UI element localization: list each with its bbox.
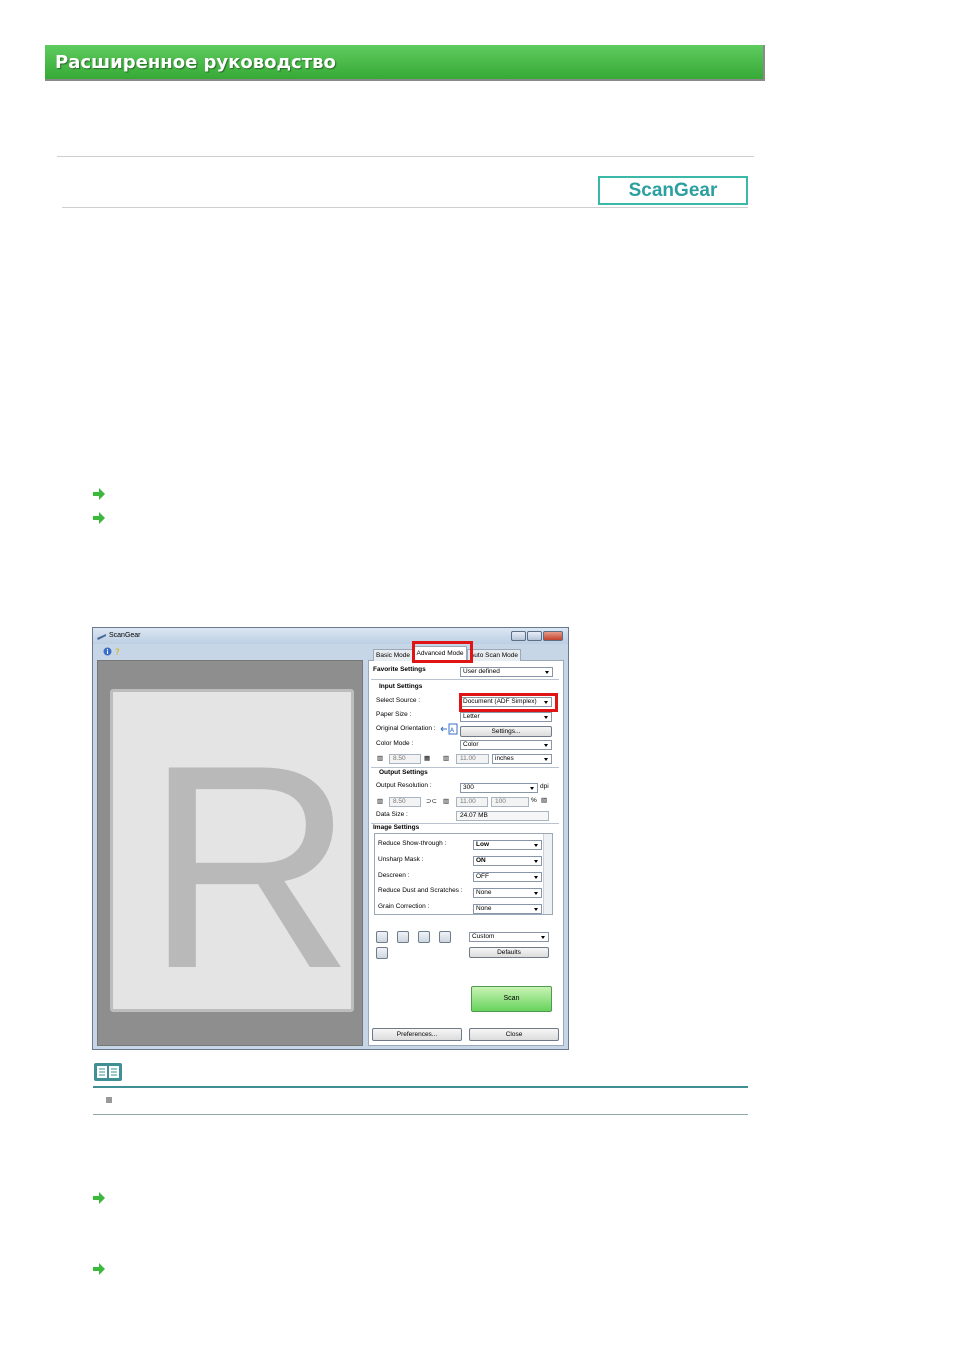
height-icon: ▥: [443, 798, 450, 805]
select-source-highlight: [459, 693, 558, 712]
scangear-window: ScanGear ? R Basic Mode Advanced Mode Au…: [92, 627, 569, 1050]
minimize-button[interactable]: [511, 631, 526, 641]
image-setting-label: Reduce Show-through :: [378, 840, 447, 847]
header-title: Расширенное руководство: [55, 52, 336, 73]
scale-field[interactable]: 100: [491, 797, 529, 807]
image-settings-heading: Image Settings: [373, 824, 420, 831]
scan-button[interactable]: Scan: [471, 986, 552, 1012]
data-size-value: 24.07 MB: [456, 811, 549, 821]
divider: [371, 679, 559, 680]
unit-dropdown[interactable]: inches: [492, 754, 552, 764]
tone-preset-dropdown[interactable]: Custom: [469, 932, 549, 942]
output-resolution-label: Output Resolution :: [376, 782, 432, 789]
color-mode-label: Color Mode :: [376, 740, 414, 747]
image-settings-list: Reduce Show-through : Low Unsharp Mask :…: [374, 833, 553, 915]
settings-panel: Basic Mode Advanced Mode Auto Scan Mode …: [368, 646, 564, 1046]
orientation-icon[interactable]: A: [440, 723, 458, 735]
paper-size-dropdown[interactable]: Letter: [460, 712, 552, 722]
fit-icon[interactable]: ▧: [541, 796, 547, 804]
help-icon[interactable]: ?: [114, 647, 122, 656]
preview-letter: R: [145, 705, 355, 1029]
defaults-button[interactable]: Defaults: [469, 947, 549, 958]
info-icon[interactable]: [103, 647, 112, 656]
width-icon: ▥: [377, 755, 384, 762]
image-setting-dropdown[interactable]: None: [473, 888, 542, 898]
aspect-lock-icon[interactable]: ▦: [424, 754, 430, 762]
image-setting-label: Grain Correction :: [378, 903, 430, 910]
output-width-field[interactable]: 8.50: [389, 797, 421, 807]
color-mode-dropdown[interactable]: Color: [460, 740, 552, 750]
note-bottom-divider: [93, 1114, 748, 1115]
height-icon: ▥: [443, 755, 450, 762]
dpi-label: dpi: [540, 783, 549, 790]
input-settings-heading: Input Settings: [379, 683, 423, 690]
svg-text:?: ?: [115, 648, 120, 656]
original-orientation-label: Original Orientation :: [376, 725, 436, 732]
monitor-check-icon[interactable]: [376, 947, 388, 959]
maximize-button[interactable]: [527, 631, 542, 641]
select-source-label: Select Source :: [376, 697, 421, 704]
note-bullet: [106, 1097, 112, 1103]
threshold-icon[interactable]: [439, 931, 451, 943]
favorite-settings-dropdown[interactable]: User defined: [460, 667, 553, 677]
image-setting-dropdown[interactable]: ON: [473, 856, 542, 866]
arrow-right-icon[interactable]: [93, 1263, 105, 1275]
divider-bottom: [62, 207, 748, 208]
window-titlebar: ScanGear: [93, 628, 568, 644]
note-divider: [93, 1086, 748, 1088]
arrow-right-icon[interactable]: [93, 488, 105, 500]
paper-size-label: Paper Size :: [376, 711, 412, 718]
brightness-contrast-icon[interactable]: [376, 931, 388, 943]
image-setting-label: Descreen :: [378, 872, 410, 879]
close-button[interactable]: Close: [469, 1028, 559, 1041]
image-setting-dropdown[interactable]: Low: [473, 840, 542, 850]
preferences-button[interactable]: Preferences...: [372, 1028, 462, 1041]
scangear-badge: ScanGear: [598, 176, 748, 205]
preview-page: R: [110, 689, 354, 1012]
image-setting-label: Reduce Dust and Scratches :: [378, 887, 463, 894]
divider: [371, 767, 559, 768]
window-title: ScanGear: [109, 632, 141, 639]
preview-toolbar: ?: [97, 645, 363, 659]
arrow-right-icon[interactable]: [93, 1192, 105, 1204]
book-icon: [94, 1063, 122, 1081]
header-banner: Расширенное руководство: [45, 45, 765, 81]
scanner-icon: [97, 634, 106, 640]
input-height-field[interactable]: 11.00: [456, 754, 489, 764]
output-height-field[interactable]: 11.00: [456, 797, 488, 807]
image-setting-dropdown[interactable]: None: [473, 904, 542, 914]
preview-area[interactable]: R: [97, 660, 363, 1046]
tab-auto-scan-mode[interactable]: Auto Scan Mode: [467, 649, 521, 661]
scangear-badge-label: ScanGear: [628, 180, 718, 201]
tab-basic-mode[interactable]: Basic Mode: [373, 649, 413, 661]
output-settings-heading: Output Settings: [379, 769, 428, 776]
image-settings-scrollbar[interactable]: [543, 834, 552, 914]
output-resolution-dropdown[interactable]: 300: [460, 783, 538, 793]
favorite-settings-label: Favorite Settings: [373, 666, 426, 673]
tone-curve-icon[interactable]: [418, 931, 430, 943]
close-window-button[interactable]: [543, 631, 563, 641]
divider-top: [57, 156, 754, 157]
arrow-right-icon[interactable]: [93, 512, 105, 524]
advanced-mode-highlight: [412, 641, 473, 663]
orientation-settings-button[interactable]: Settings...: [460, 726, 552, 737]
image-setting-label: Unsharp Mask :: [378, 856, 424, 863]
link-icon: ⊃⊂: [426, 798, 437, 805]
image-setting-dropdown[interactable]: OFF: [473, 872, 542, 882]
width-icon: ▥: [377, 798, 384, 805]
input-width-field[interactable]: 8.50: [389, 754, 421, 764]
data-size-label: Data Size :: [376, 811, 408, 818]
percent-label: %: [531, 797, 537, 804]
histogram-icon[interactable]: [397, 931, 409, 943]
